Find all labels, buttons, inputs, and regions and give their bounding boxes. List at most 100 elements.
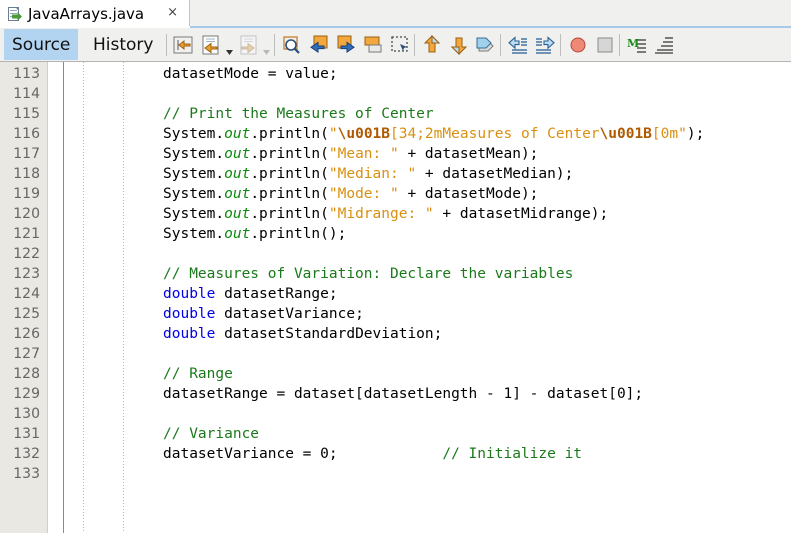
code-token-field: out [224,126,251,142]
find-selection-icon[interactable] [280,33,304,57]
toolbar-separator [619,34,620,56]
previous-bookmark-icon[interactable] [420,33,444,57]
last-edit-position-icon[interactable] [171,33,195,57]
code-line[interactable]: 125 double datasetVariance; [0,304,791,324]
code-line-text: double datasetRange; [163,284,338,304]
code-token-plain: datasetRange = dataset[datasetLength - 1… [163,386,644,402]
code-line-text: System.out.println(); [163,224,346,244]
code-line[interactable]: 126 double datasetStandardDeviation; [0,324,791,344]
code-token-plain: System. [163,126,225,142]
back-navigation-icon[interactable] [199,33,223,57]
tab-history[interactable]: History [85,29,161,60]
code-line[interactable]: 116 System.out.println("\u001B[34;2mMeasu… [0,124,791,144]
shift-line-right-icon[interactable] [533,33,557,57]
code-line[interactable]: 123 // Measures of Variation: Declare the… [0,264,791,284]
close-icon[interactable]: × [167,5,178,21]
tab-source[interactable]: Source [4,29,79,60]
code-token-plain: .println( [250,186,329,202]
code-line-text: // Range [163,364,233,384]
code-line[interactable]: 122 [0,244,791,264]
code-line[interactable]: 115 // Print the Measures of Center [0,104,791,124]
line-number: 127 [13,346,40,362]
line-number: 121 [13,226,40,242]
line-number: 128 [13,366,40,382]
code-token-plain: System. [163,226,225,242]
next-bookmark-icon[interactable] [447,33,471,57]
code-token-plain: .println(); [250,226,347,242]
code-line[interactable]: 117 System.out.println("Mean: " + dataset… [0,144,791,164]
code-token-escape: \u001B [337,126,391,142]
code-line[interactable]: 120 System.out.println("Midrange: " + dat… [0,204,791,224]
toolbar-separator [560,34,561,56]
line-number: 133 [13,466,40,482]
code-line-text: System.out.println("Median: " + datasetM… [163,164,573,184]
code-line[interactable]: 118 System.out.println("Median: " + datas… [0,164,791,184]
line-number: 124 [13,286,40,302]
code-lines-container[interactable]: 113 datasetMode = value; 114 115 // Print th… [0,62,791,533]
stop-icon[interactable] [593,33,617,57]
line-number: 130 [13,406,40,422]
code-token-string: " [328,126,338,142]
toolbar-separator [166,34,167,56]
code-token-string: "Mode: " [328,186,399,202]
file-tab-javaarrays[interactable]: JavaArrays.java × [0,0,190,28]
toggle-rectangular-selection-icon[interactable] [388,33,412,57]
code-line-text: datasetVariance = 0; // Initialize it [163,444,582,464]
code-token-comment: // Initialize it [442,446,583,462]
inspect-hierarchy-icon[interactable] [652,33,676,57]
code-line[interactable]: 131 // Variance [0,424,791,444]
forward-navigation-icon[interactable] [236,33,260,57]
code-token-string: [0m" [651,126,687,142]
code-line[interactable]: 133 [0,464,791,484]
code-token-comment: // Range [163,366,233,382]
line-number: 114 [13,86,40,102]
code-line-text: datasetMode = value; [163,64,338,84]
line-number: 126 [13,326,40,342]
toggle-highlight-icon[interactable] [361,33,385,57]
code-token-field: out [224,146,251,162]
code-token-plain: + datasetMedian); [416,166,574,182]
source-editor[interactable]: 113 datasetMode = value; 114 115 // Print th… [0,62,791,533]
code-line-text: // Print the Measures of Center [163,104,434,124]
code-token-keyword: double [163,326,216,342]
line-number: 115 [13,106,40,122]
inspect-members-icon[interactable]: M [625,33,649,57]
code-line[interactable]: 119 System.out.println("Mode: " + dataset… [0,184,791,204]
code-token-keyword: double [163,306,216,322]
file-tab-strip: JavaArrays.java × [0,0,791,28]
line-number: 119 [13,186,40,202]
code-line[interactable]: 128 // Range [0,364,791,384]
code-line[interactable]: 114 [0,84,791,104]
toolbar-separator [500,34,501,56]
toggle-breakpoint-icon[interactable] [566,33,590,57]
code-token-plain: ); [686,126,705,142]
code-token-comment: // Variance [163,426,260,442]
code-line[interactable]: 113 datasetMode = value; [0,64,791,84]
code-line[interactable]: 130 [0,404,791,424]
code-line[interactable]: 121 System.out.println(); [0,224,791,244]
code-token-escape: \u001B [599,126,652,142]
find-previous-icon[interactable] [307,33,331,57]
code-token-plain: + datasetMidrange); [433,206,609,222]
code-token-string: "Mean: " [328,146,399,162]
line-number: 118 [13,166,40,182]
code-line-text: System.out.println("Mean: " + datasetMea… [163,144,538,164]
find-next-icon[interactable] [334,33,358,57]
code-token-plain: .println( [250,206,329,222]
back-navigation-dropdown-icon[interactable] [226,44,233,55]
code-token-plain: System. [163,166,225,182]
code-line[interactable]: 127 [0,344,791,364]
shift-line-left-icon[interactable] [506,33,530,57]
netbeans-editor-window: JavaArrays.java × Source History M 113 d… [0,0,791,533]
toggle-bookmark-icon[interactable] [474,33,498,57]
code-token-comment: // Measures of Variation: Declare the va… [163,266,574,282]
code-token-string: "Midrange: " [328,206,434,222]
code-line-text: System.out.println("\u001B[34;2mMeasures… [163,124,704,144]
forward-navigation-dropdown-icon[interactable] [263,44,270,55]
code-line-text: datasetRange = dataset[datasetLength - 1… [163,384,643,404]
code-line[interactable]: 129 datasetRange = dataset[datasetLength … [0,384,791,404]
line-number: 132 [13,446,40,462]
code-line-text: // Variance [163,424,259,444]
code-line[interactable]: 132 datasetVariance = 0; // Initialize it [0,444,791,464]
code-line[interactable]: 124 double datasetRange; [0,284,791,304]
